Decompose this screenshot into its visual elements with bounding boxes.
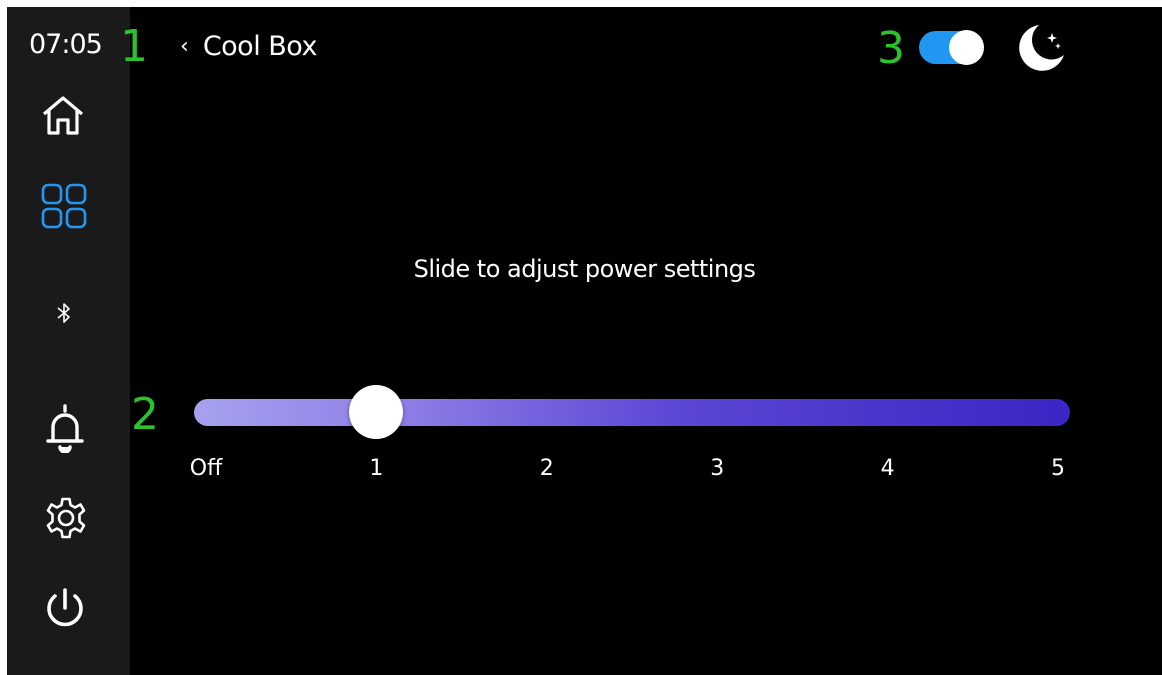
- apps-grid-icon[interactable]: [39, 181, 89, 231]
- slider-instruction: Slide to adjust power settings: [413, 255, 756, 283]
- bell-icon[interactable]: [43, 401, 87, 455]
- toggle-knob: [949, 30, 984, 65]
- annotation-label-3: 3: [877, 23, 905, 74]
- slider-track[interactable]: [194, 399, 1070, 426]
- home-icon[interactable]: [38, 91, 88, 139]
- app-screen: 07:05 1 2 3 ‹ Cool Box Slide to adjust p…: [7, 7, 1162, 675]
- slider-tick-label: 2: [539, 456, 554, 481]
- power-slider[interactable]: [194, 385, 1070, 439]
- sidebar: 07:05: [7, 7, 130, 675]
- clock: 07:05: [29, 29, 103, 60]
- annotation-label-2: 2: [131, 389, 159, 440]
- slider-tick-label: 4: [880, 456, 895, 481]
- toggle-switch[interactable]: [919, 30, 984, 65]
- bluetooth-icon[interactable]: [54, 299, 74, 327]
- chevron-left-icon: ‹: [180, 34, 189, 59]
- slider-tick-label: 3: [710, 456, 725, 481]
- power-icon[interactable]: [42, 586, 88, 632]
- slider-tick-label: 1: [369, 456, 384, 481]
- page-title: Cool Box: [202, 31, 318, 62]
- slider-thumb[interactable]: [349, 385, 404, 439]
- annotation-label-1: 1: [120, 21, 148, 72]
- back-button[interactable]: ‹ Cool Box: [180, 31, 317, 62]
- gear-icon[interactable]: [43, 495, 89, 541]
- slider-tick-label: 5: [1051, 456, 1065, 481]
- slider-tick-label: Off: [189, 456, 223, 481]
- moon-stars-icon[interactable]: [1012, 21, 1066, 79]
